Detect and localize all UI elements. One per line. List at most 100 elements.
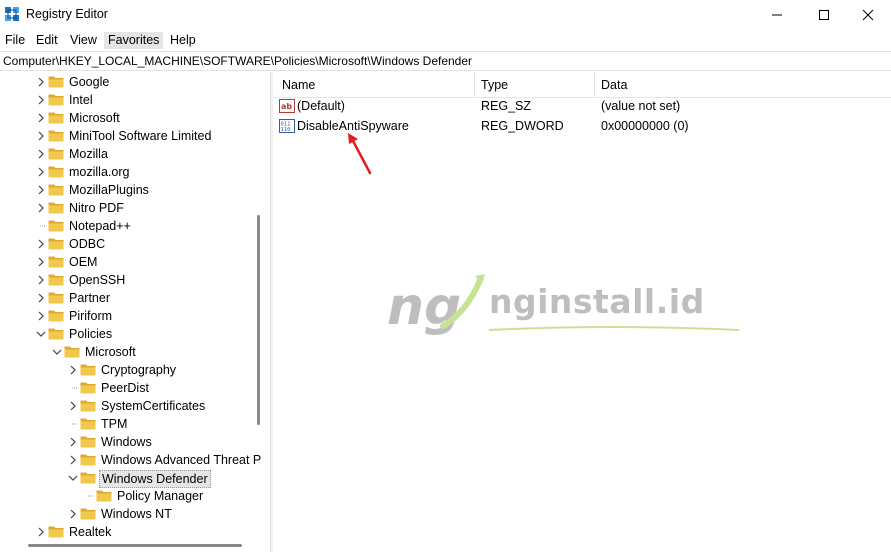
- tree-item[interactable]: Microsoft: [0, 109, 252, 127]
- list-header: Name Type Data: [274, 72, 891, 98]
- tree-item-label: Windows Advanced Threat P: [101, 453, 262, 467]
- tree-item[interactable]: Windows NT: [0, 505, 252, 523]
- chevron-right-icon[interactable]: [36, 94, 46, 106]
- column-header-type[interactable]: Type: [481, 78, 508, 92]
- tree-item-label: Microsoft: [69, 111, 120, 125]
- tree-item[interactable]: mozilla.org: [0, 163, 252, 181]
- column-header-name[interactable]: Name: [282, 78, 315, 92]
- minimize-icon: [772, 14, 782, 16]
- menu-help[interactable]: Help: [166, 32, 200, 49]
- svg-text:110: 110: [281, 127, 291, 133]
- chevron-down-icon[interactable]: [68, 472, 78, 484]
- menu-edit[interactable]: Edit: [32, 32, 62, 49]
- tree-item[interactable]: ODBC: [0, 235, 252, 253]
- folder-icon: [48, 220, 64, 232]
- tree-item[interactable]: TPM: [0, 415, 252, 433]
- tree-item[interactable]: MiniTool Software Limited: [0, 127, 252, 145]
- svg-text:ab: ab: [281, 102, 292, 111]
- tree-item-label: Policies: [69, 327, 113, 341]
- watermark-underline: [489, 326, 739, 331]
- tree-item-label: Mozilla: [69, 147, 108, 161]
- tree-item[interactable]: SystemCertificates: [0, 397, 252, 415]
- folder-icon: [48, 166, 64, 178]
- watermark: ng nginstall.id: [385, 272, 745, 344]
- minimize-button[interactable]: [754, 0, 800, 30]
- tree-connector: [72, 387, 78, 389]
- tree-item[interactable]: Realtek: [0, 523, 252, 541]
- chevron-right-icon[interactable]: [68, 400, 78, 412]
- value-row[interactable]: ab (Default) REG_SZ (value not set): [274, 96, 891, 116]
- column-divider[interactable]: [474, 72, 475, 98]
- tree-item[interactable]: Windows Advanced Threat P: [0, 451, 261, 469]
- tree-item[interactable]: Google: [0, 73, 252, 91]
- watermark-text: nginstall.id: [489, 282, 705, 321]
- chevron-right-icon[interactable]: [36, 148, 46, 160]
- tree-item[interactable]: Cryptography: [0, 361, 252, 379]
- tree-item[interactable]: PeerDist: [0, 379, 252, 397]
- tree-item[interactable]: OpenSSH: [0, 271, 252, 289]
- tree-horizontal-scroll-thumb[interactable]: [28, 544, 242, 547]
- menu-favorites[interactable]: Favorites: [104, 32, 164, 49]
- pane-splitter[interactable]: [270, 72, 273, 552]
- dword-value-icon: 011 110: [279, 119, 295, 133]
- column-header-data[interactable]: Data: [601, 78, 627, 92]
- tree-item[interactable]: Windows Defender: [0, 469, 252, 488]
- chevron-right-icon[interactable]: [68, 436, 78, 448]
- tree-item-label: Cryptography: [101, 363, 177, 377]
- chevron-right-icon[interactable]: [36, 256, 46, 268]
- tree-item-label: Windows NT: [101, 507, 172, 521]
- chevron-right-icon[interactable]: [36, 526, 46, 538]
- chevron-right-icon[interactable]: [36, 184, 46, 196]
- title-bar: Registry Editor: [0, 0, 891, 30]
- tree-item[interactable]: Microsoft: [0, 343, 252, 361]
- chevron-right-icon[interactable]: [36, 292, 46, 304]
- folder-icon: [48, 274, 64, 286]
- chevron-right-icon[interactable]: [68, 454, 78, 466]
- tree-item[interactable]: Policy Manager: [0, 487, 252, 505]
- folder-icon: [48, 256, 64, 268]
- tree-item[interactable]: Piriform: [0, 307, 252, 325]
- close-button[interactable]: [845, 0, 891, 30]
- tree-item-label: Partner: [69, 291, 110, 305]
- chevron-right-icon[interactable]: [68, 508, 78, 520]
- tree-item[interactable]: Mozilla: [0, 145, 252, 163]
- tree-item[interactable]: Intel: [0, 91, 252, 109]
- chevron-right-icon[interactable]: [36, 130, 46, 142]
- registry-editor-icon: [5, 7, 19, 21]
- chevron-right-icon[interactable]: [36, 202, 46, 214]
- chevron-down-icon[interactable]: [36, 328, 46, 340]
- chevron-right-icon[interactable]: [36, 76, 46, 88]
- tree-item-label: Notepad++: [69, 219, 131, 233]
- chevron-right-icon[interactable]: [36, 238, 46, 250]
- chevron-right-icon[interactable]: [68, 364, 78, 376]
- svg-text:ng: ng: [387, 277, 461, 337]
- key-tree[interactable]: Google Intel Microsoft MiniTool Software Li…: [0, 72, 267, 542]
- chevron-right-icon[interactable]: [36, 310, 46, 322]
- address-bar[interactable]: Computer\HKEY_LOCAL_MACHINE\SOFTWARE\Pol…: [0, 51, 891, 71]
- tree-item[interactable]: MozillaPlugins: [0, 181, 252, 199]
- tree-item-label: PeerDist: [101, 381, 149, 395]
- menu-file[interactable]: File: [1, 32, 29, 49]
- folder-icon: [48, 328, 64, 340]
- watermark-logo-icon: ng: [387, 274, 485, 337]
- chevron-right-icon[interactable]: [36, 112, 46, 124]
- tree-item-label: OEM: [69, 255, 98, 269]
- value-name: (Default): [297, 99, 345, 113]
- folder-icon: [80, 418, 96, 430]
- menu-view[interactable]: View: [66, 32, 101, 49]
- tree-item[interactable]: Nitro PDF: [0, 199, 252, 217]
- address-path[interactable]: Computer\HKEY_LOCAL_MACHINE\SOFTWARE\Pol…: [3, 54, 472, 68]
- maximize-button[interactable]: [801, 0, 847, 30]
- column-divider[interactable]: [594, 72, 595, 98]
- folder-icon: [96, 490, 112, 502]
- tree-item[interactable]: Windows: [0, 433, 252, 451]
- folder-icon: [80, 364, 96, 376]
- tree-item[interactable]: Notepad++: [0, 217, 252, 235]
- tree-scroll-thumb[interactable]: [257, 215, 260, 425]
- chevron-down-icon[interactable]: [52, 346, 62, 358]
- chevron-right-icon[interactable]: [36, 166, 46, 178]
- tree-item[interactable]: Partner: [0, 289, 252, 307]
- tree-item[interactable]: Policies: [0, 325, 252, 343]
- chevron-right-icon[interactable]: [36, 274, 46, 286]
- tree-item[interactable]: OEM: [0, 253, 252, 271]
